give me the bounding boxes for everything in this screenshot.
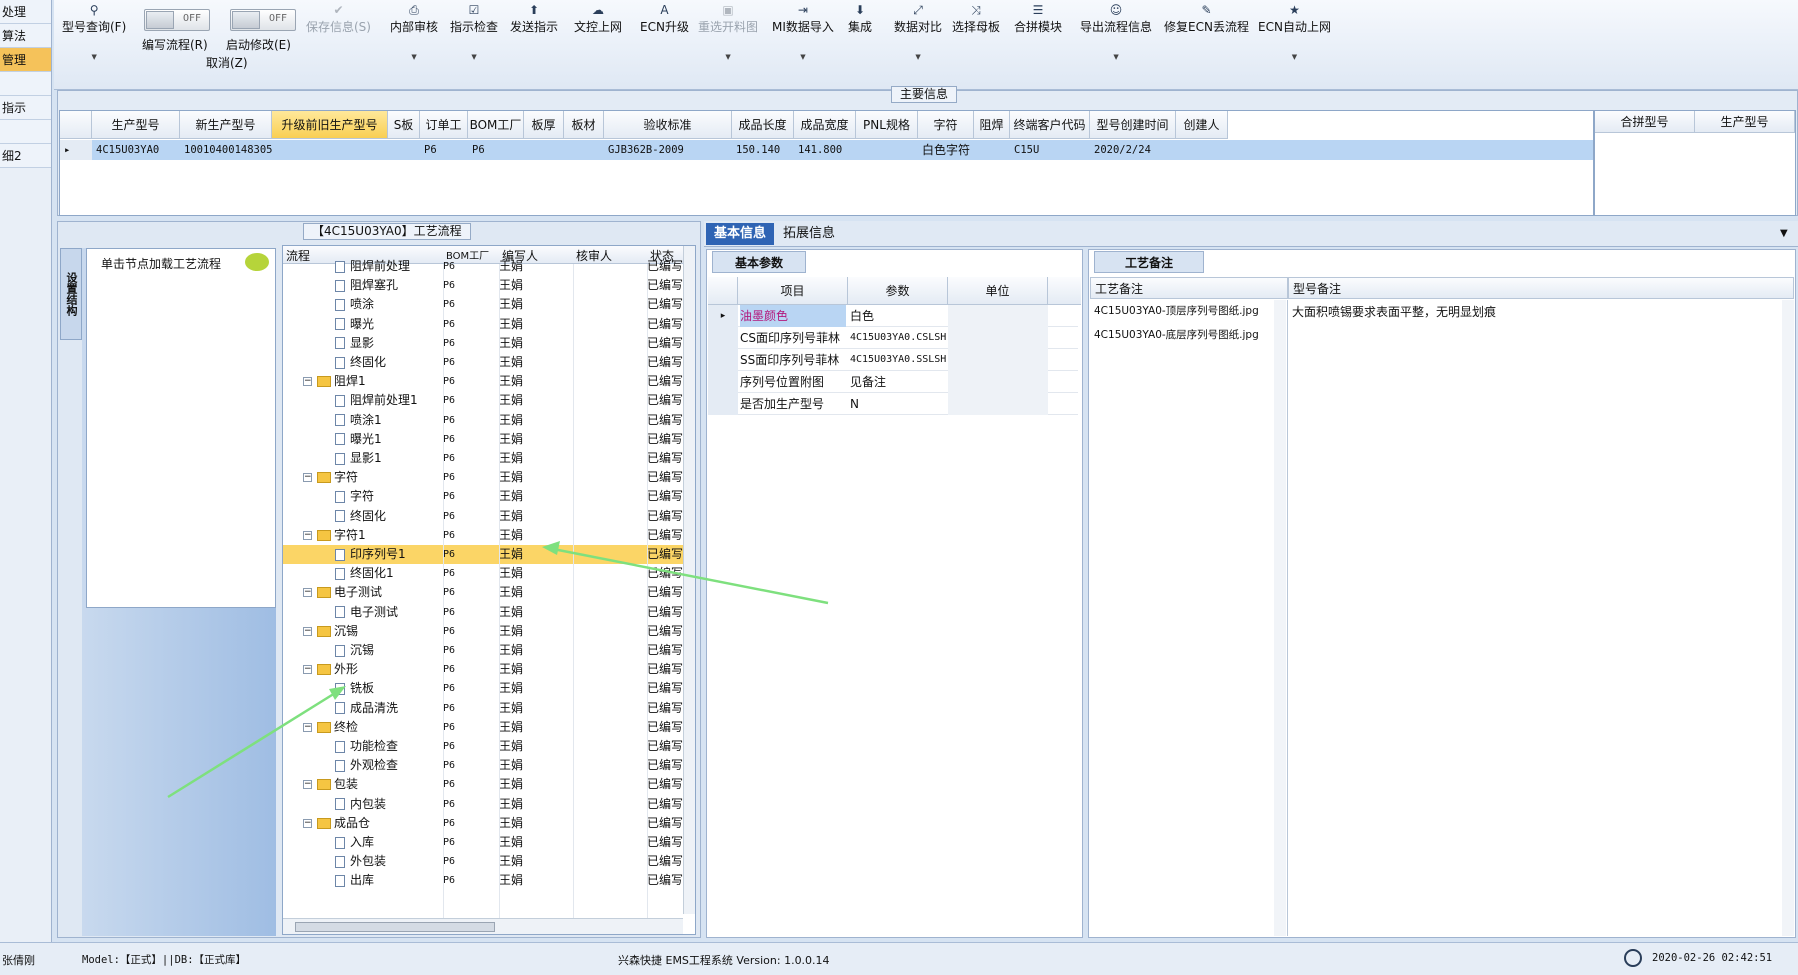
status-system: 兴森快捷 EMS工程系统 Version: 1.0.0.14 — [618, 954, 830, 967]
annotation-arrows — [167, 541, 829, 799]
status-bar: 张倩刚 Model:【正式】||DB:【正式库】 兴森快捷 EMS工程系统 Ve… — [0, 942, 1798, 975]
status-model: Model:【正式】||DB:【正式库】 — [82, 954, 247, 966]
status-time: 2020-02-26 02:42:51 — [1652, 952, 1773, 964]
clock-icon — [1624, 949, 1642, 967]
status-user: 张倩刚 — [2, 954, 35, 967]
